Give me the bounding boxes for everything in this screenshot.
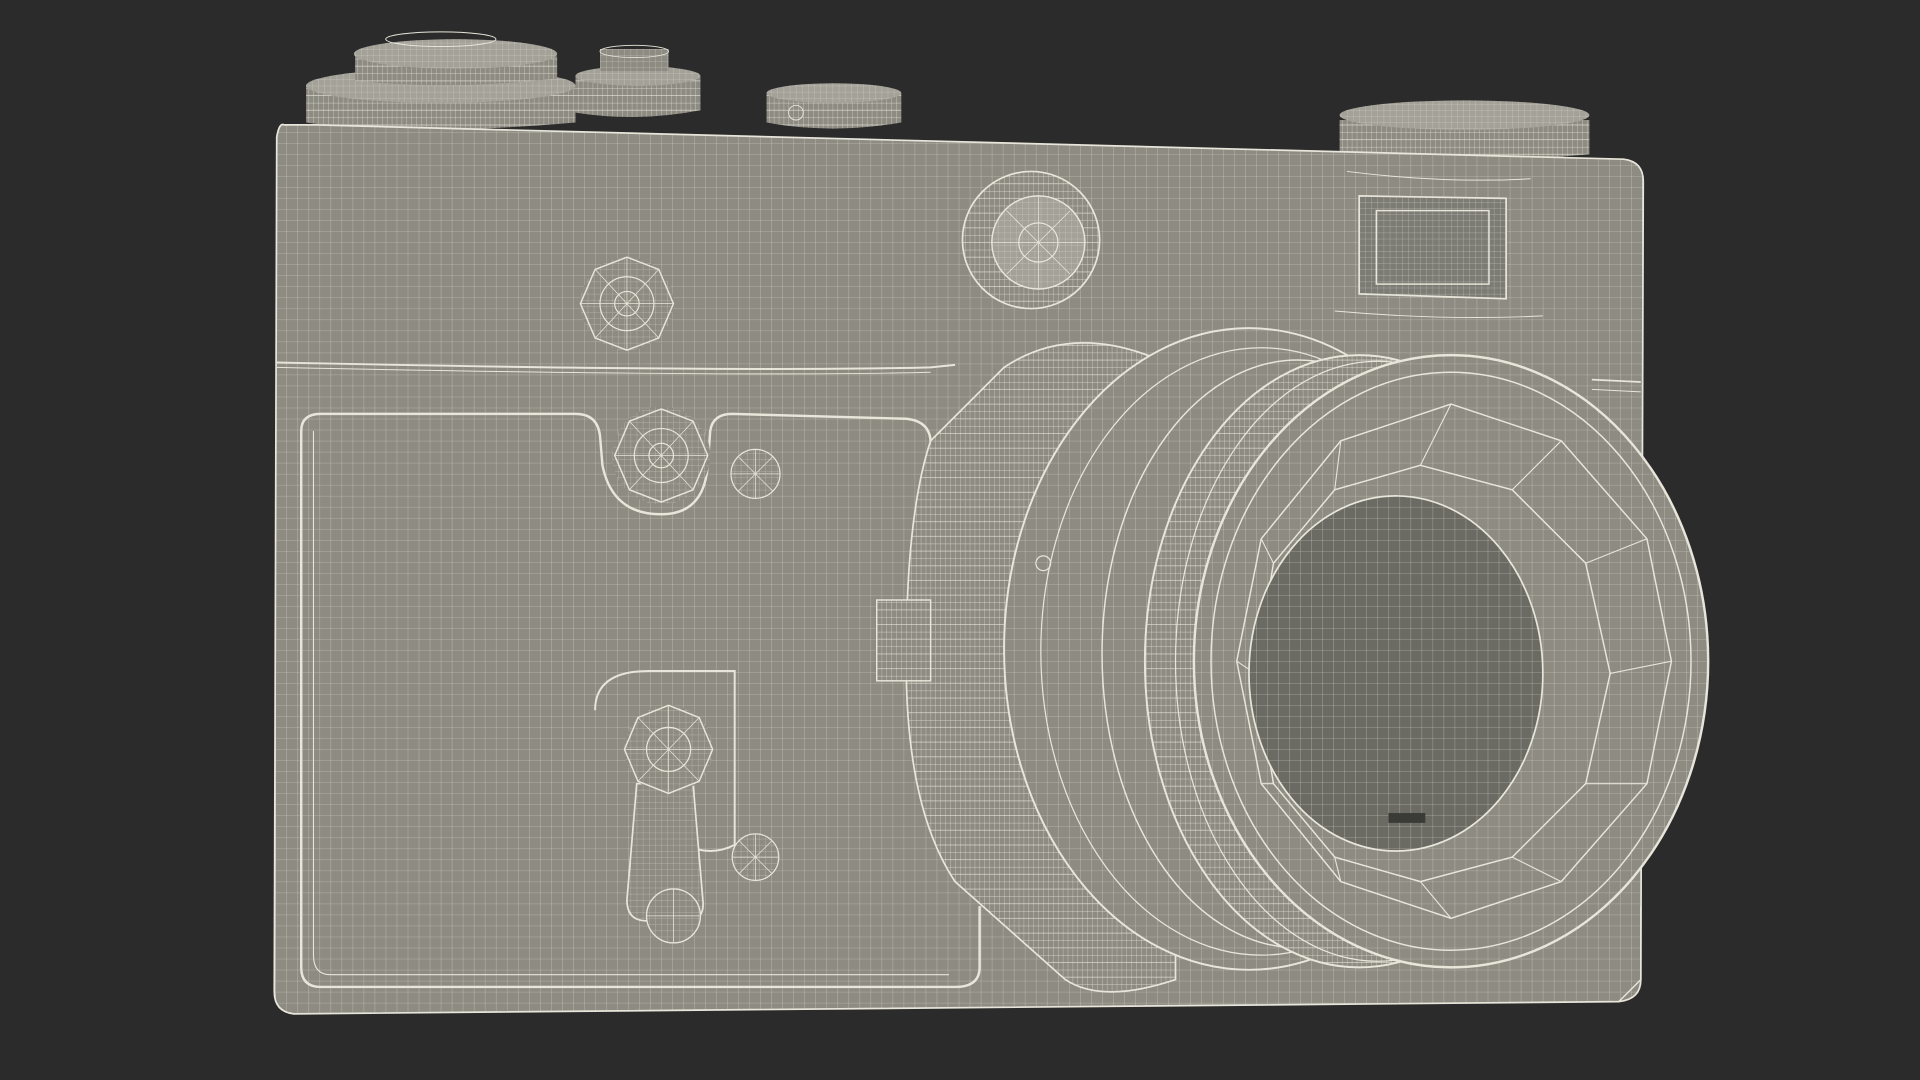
body-screw-upper (730, 448, 781, 499)
rangefinder-adjust-wheel (961, 170, 1101, 310)
self-timer-screw (579, 256, 675, 351)
rewind-knob (306, 31, 576, 130)
lens-assembly (876, 327, 1710, 993)
film-advance-knob (1339, 100, 1590, 161)
viewport (0, 0, 1920, 1080)
flash-sync-socket (612, 406, 711, 505)
shutter-speed-dial (766, 83, 902, 129)
shutter-release-button (575, 44, 701, 118)
camera-wireframe-render (273, 31, 1710, 1015)
body-screw-lower (731, 833, 780, 882)
lens-release-tab (876, 599, 932, 682)
